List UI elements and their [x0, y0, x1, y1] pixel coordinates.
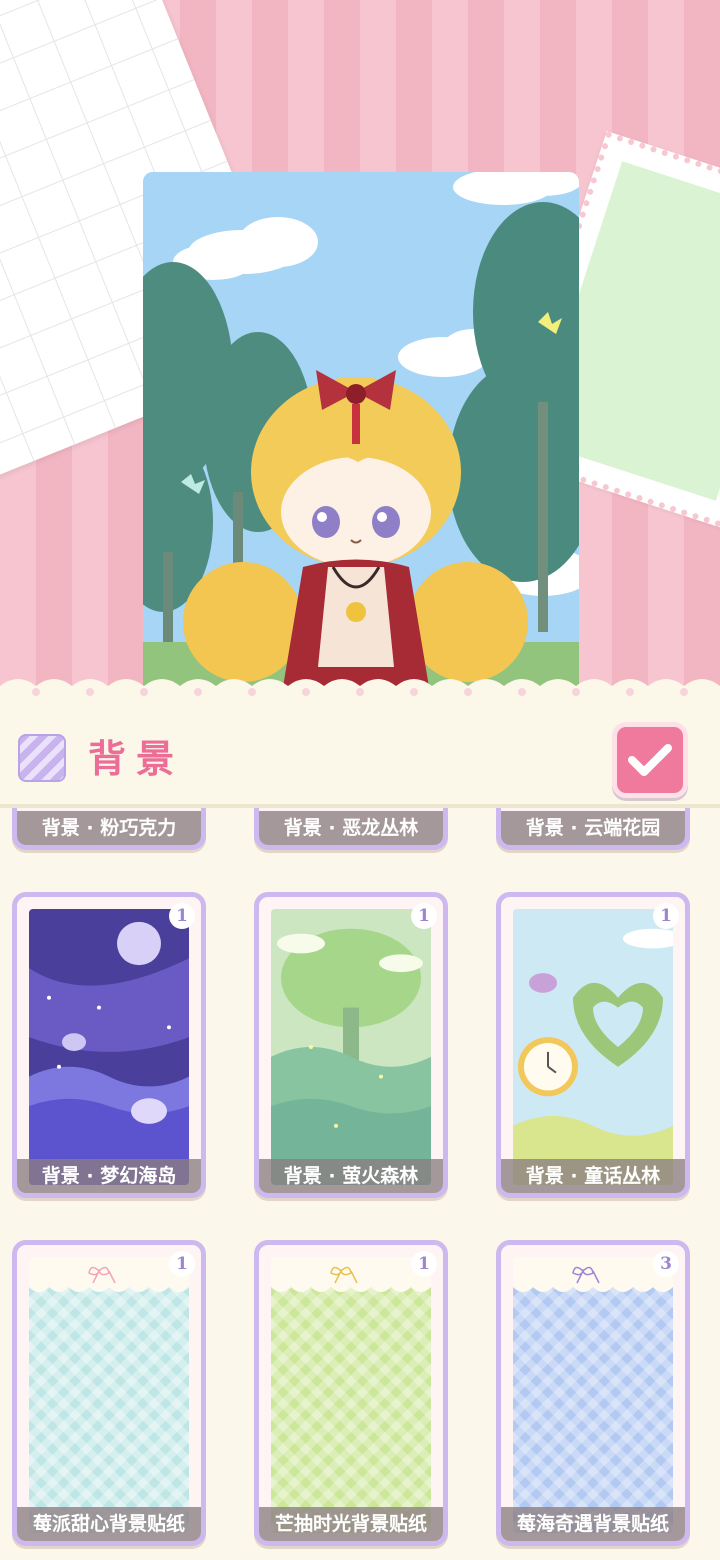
- card-label: 背景 · 粉巧克力: [17, 811, 201, 845]
- item-card-dream-island[interactable]: 1 背景 · 梦幻海岛: [12, 892, 206, 1198]
- item-card[interactable]: 背景 · 云端花园: [496, 808, 690, 850]
- card-label: 莓派甜心背景贴纸: [17, 1507, 201, 1541]
- card-label: 背景 · 梦幻海岛: [17, 1159, 201, 1193]
- preview-scene: [0, 0, 720, 700]
- item-card[interactable]: 背景 · 恶龙丛林: [254, 808, 448, 850]
- count-badge: 1: [653, 903, 679, 929]
- card-thumbnail: [513, 1257, 673, 1533]
- count-badge: 1: [411, 903, 437, 929]
- card-label: 芒抽时光背景贴纸: [259, 1507, 443, 1541]
- item-card-firefly-forest[interactable]: 1 背景 · 萤火森林: [254, 892, 448, 1198]
- card-thumbnail: [271, 909, 431, 1185]
- count-badge: 3: [653, 1251, 679, 1277]
- count-badge: 1: [169, 1251, 195, 1277]
- page-title: 背景: [88, 737, 185, 781]
- item-card[interactable]: 背景 · 粉巧克力: [12, 808, 206, 850]
- card-label: 背景 · 恶龙丛林: [259, 811, 443, 845]
- item-card-fairytale-jungle[interactable]: 1 背景 · 童话丛林: [496, 892, 690, 1198]
- check-icon: [628, 744, 672, 776]
- card-label: 背景 · 云端花园: [501, 811, 685, 845]
- card-thumbnail: [513, 909, 673, 1185]
- card-label: 背景 · 萤火森林: [259, 1159, 443, 1193]
- count-badge: 1: [169, 903, 195, 929]
- card-thumbnail: [271, 1257, 431, 1533]
- item-card-sticker-berry-sweet[interactable]: 1 莓派甜心背景贴纸: [12, 1240, 206, 1546]
- item-grid[interactable]: 背景 · 粉巧克力 背景 · 恶龙丛林 背景 · 云端花园 1 背景 · 梦幻海…: [0, 808, 720, 1560]
- card-thumbnail: [29, 1257, 189, 1533]
- item-card-sticker-berry-sea[interactable]: 3 莓海奇遇背景贴纸: [496, 1240, 690, 1546]
- character-preview: [143, 172, 579, 700]
- card-thumbnail: [29, 909, 189, 1185]
- count-badge: 1: [411, 1251, 437, 1277]
- confirm-button[interactable]: [612, 722, 688, 798]
- background-category-icon: [18, 734, 66, 782]
- item-card-sticker-mango-time[interactable]: 1 芒抽时光背景贴纸: [254, 1240, 448, 1546]
- card-label: 背景 · 童话丛林: [501, 1159, 685, 1193]
- card-label: 莓海奇遇背景贴纸: [501, 1507, 685, 1541]
- scallop-edge: [0, 679, 720, 700]
